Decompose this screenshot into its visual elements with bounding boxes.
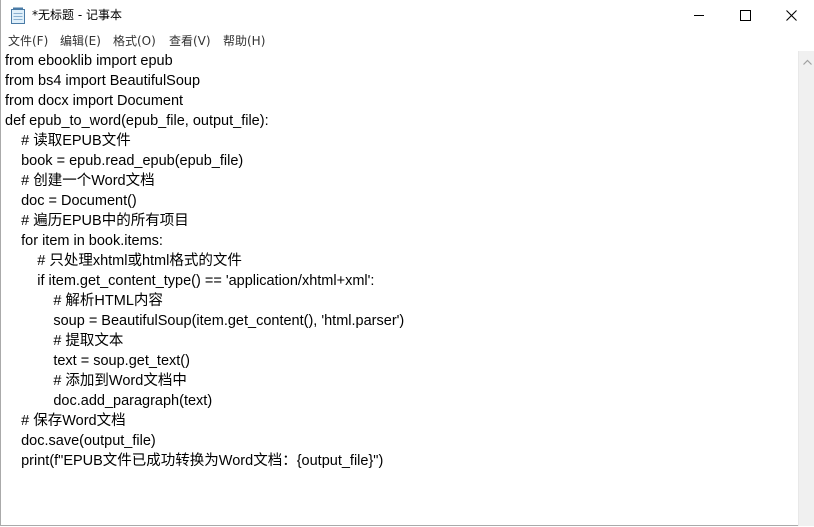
- code-line: # 保存Word文档: [5, 413, 126, 429]
- code-line: # 解析HTML内容: [5, 293, 163, 309]
- code-line: # 读取EPUB文件: [5, 133, 131, 149]
- code-line: # 创建一个Word文档: [5, 173, 155, 189]
- maximize-button[interactable]: [722, 0, 768, 30]
- maximize-icon: [739, 9, 751, 21]
- menu-file[interactable]: 文件(F): [6, 33, 50, 49]
- close-icon: [785, 9, 797, 21]
- text-editor[interactable]: from ebooklib import epub from bs4 import…: [2, 51, 798, 525]
- notepad-icon: [11, 7, 25, 24]
- code-line: from ebooklib import epub: [5, 53, 173, 69]
- code-line: if item.get_content_type() == 'applicati…: [5, 273, 375, 289]
- code-line: from docx import Document: [5, 93, 184, 109]
- code-line: # 提取文本: [5, 333, 124, 349]
- code-line: # 添加到Word文档中: [5, 373, 187, 389]
- code-line: for item in book.items:: [5, 233, 163, 249]
- scroll-up-arrow-icon: [802, 50, 812, 69]
- menu-format[interactable]: 格式(O): [111, 33, 158, 49]
- scroll-up-button[interactable]: [799, 51, 814, 68]
- code-line: print(f"EPUB文件已成功转换为Word文档：{output_file}…: [5, 453, 384, 469]
- code-line: from bs4 import BeautifulSoup: [5, 73, 201, 89]
- menu-edit[interactable]: 编辑(E): [58, 33, 103, 49]
- code-line: text = soup.get_text(): [5, 353, 190, 369]
- code-line: doc = Document(): [5, 193, 137, 209]
- menu-bar: 文件(F) 编辑(E) 格式(O) 查看(V) 帮助(H): [1, 32, 814, 51]
- code-line: book = epub.read_epub(epub_file): [5, 153, 244, 169]
- title-bar[interactable]: *无标题 - 记事本: [1, 0, 814, 32]
- minimize-button[interactable]: [676, 0, 722, 30]
- menu-view[interactable]: 查看(V): [167, 33, 213, 49]
- minimize-icon: [693, 10, 705, 21]
- close-button[interactable]: [768, 0, 814, 30]
- code-line: doc.add_paragraph(text): [5, 393, 213, 409]
- code-line: doc.save(output_file): [5, 433, 156, 449]
- code-line: # 只处理xhtml或html格式的文件: [5, 253, 242, 269]
- menu-help[interactable]: 帮助(H): [221, 33, 267, 49]
- vertical-scrollbar[interactable]: [798, 51, 814, 526]
- window-title: *无标题 - 记事本: [32, 8, 122, 22]
- code-line: # 遍历EPUB中的所有项目: [5, 213, 189, 229]
- code-line: def epub_to_word(epub_file, output_file)…: [5, 113, 269, 129]
- notepad-window: *无标题 - 记事本 文件(F) 编辑(E) 格式(O) 查看(V) 帮助(H)…: [0, 0, 814, 526]
- code-line: soup = BeautifulSoup(item.get_content(),…: [5, 313, 405, 329]
